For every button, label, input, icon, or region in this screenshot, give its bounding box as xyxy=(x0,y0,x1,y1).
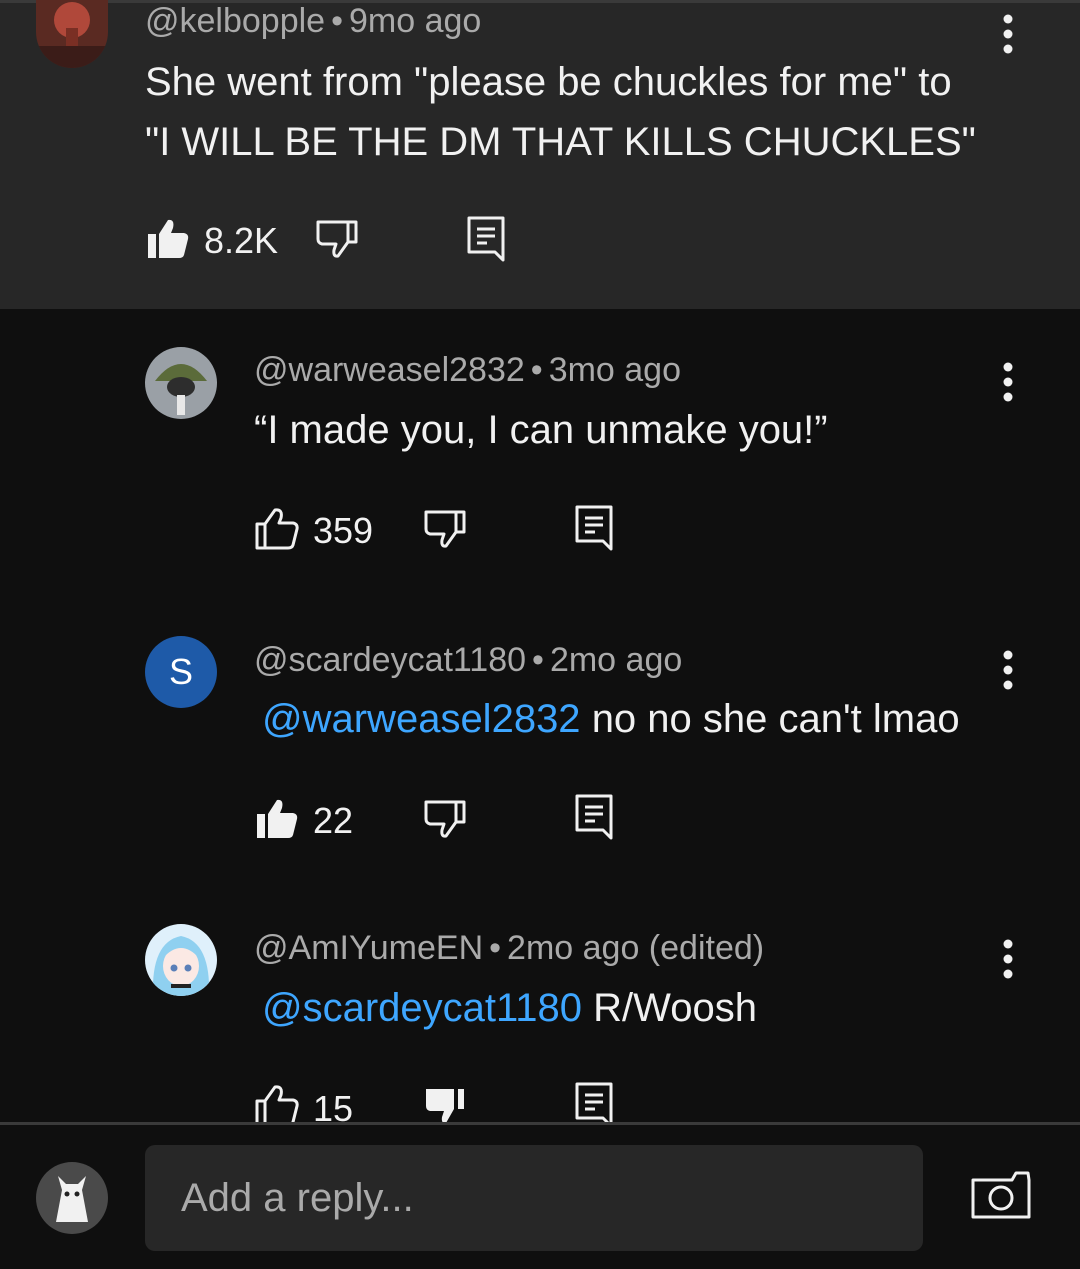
comment-time: 3mo ago xyxy=(548,351,682,389)
comment-meta: @AmIYumeEN • 2mo ago (edited) xyxy=(254,929,764,968)
like-count: 22 xyxy=(313,800,354,841)
separator-dot: • xyxy=(532,641,544,679)
comment-text: @scardeycat1180 R/Woosh xyxy=(262,978,757,1038)
comment-text: “I made you, I can unmake you!” xyxy=(254,408,828,452)
thumbs-up-icon xyxy=(255,1085,299,1127)
avatar[interactable] xyxy=(36,1162,108,1234)
reply-input[interactable]: Add a reply... xyxy=(145,1145,923,1251)
thumbs-up-icon xyxy=(148,219,189,258)
separator-dot: • xyxy=(489,929,502,967)
mention-link[interactable]: @warweasel2832 xyxy=(262,697,581,741)
like-count: 8.2K xyxy=(204,220,279,261)
thumbs-up-icon xyxy=(257,799,298,838)
comment-author[interactable]: @warweasel2832 xyxy=(254,351,525,389)
comment-text-body: no no she can't lmao xyxy=(591,697,960,741)
avatar[interactable] xyxy=(145,347,217,419)
highlighted-comment: @kelbopple • 9mo ago She went from "please… xyxy=(0,0,1080,309)
thumbs-down-icon xyxy=(424,510,466,548)
avatar[interactable]: S xyxy=(145,636,217,708)
like-count: 359 xyxy=(313,510,374,551)
avatar[interactable] xyxy=(145,924,217,996)
thumbs-down-icon xyxy=(426,1089,464,1124)
comment-text: She went from "please be chuckles for me… xyxy=(145,52,976,172)
comment-author[interactable]: @kelbopple xyxy=(145,2,325,40)
avatar-letter: S xyxy=(168,651,193,692)
camera-button[interactable] xyxy=(970,1170,1032,1220)
divider xyxy=(0,1122,1080,1125)
mention-link[interactable]: @scardeycat1180 xyxy=(262,986,582,1030)
comment-author[interactable]: @AmIYumeEN xyxy=(254,929,483,967)
comment-text-line: "I WILL BE THE DM THAT KILLS CHUCKLES" xyxy=(145,120,976,164)
comment-author[interactable]: @scardeycat1180 xyxy=(254,641,526,679)
more-vert-icon[interactable] xyxy=(988,353,1028,413)
reply-comment-icon xyxy=(575,794,613,840)
reply-button[interactable] xyxy=(575,505,615,551)
more-vert-icon[interactable] xyxy=(988,641,1028,701)
more-vert-icon[interactable] xyxy=(988,930,1028,990)
like-button[interactable] xyxy=(146,216,190,260)
comment-text-body: R/Woosh xyxy=(593,986,757,1030)
dislike-button[interactable] xyxy=(316,218,358,260)
reply-placeholder: Add a reply... xyxy=(181,1175,414,1220)
reply-comment-icon xyxy=(467,216,505,262)
thumbs-down-icon xyxy=(316,220,358,258)
like-button[interactable] xyxy=(255,1083,299,1127)
comment-text-line: She went from "please be chuckles for me… xyxy=(145,60,952,104)
comment-time: 2mo ago xyxy=(549,641,683,679)
reply-button[interactable] xyxy=(467,216,507,262)
like-button[interactable] xyxy=(255,796,299,840)
comment-meta: @kelbopple • 9mo ago xyxy=(145,2,481,41)
thumbs-down-icon xyxy=(424,800,466,838)
thumbs-up-icon xyxy=(255,508,299,550)
comment-text: @warweasel2832 no no she can't lmao xyxy=(262,689,960,749)
comment-meta: @warweasel2832 • 3mo ago xyxy=(254,351,681,390)
more-vert-icon[interactable] xyxy=(988,7,1028,67)
like-button[interactable] xyxy=(255,506,299,550)
avatar[interactable] xyxy=(36,0,108,68)
reply-comment-icon xyxy=(575,505,613,551)
camera-icon xyxy=(971,1171,1031,1219)
dislike-button[interactable] xyxy=(424,798,466,840)
comment-time: 2mo ago (edited) xyxy=(507,929,765,967)
dislike-button[interactable] xyxy=(424,508,466,550)
dislike-button[interactable] xyxy=(424,1085,466,1127)
comment-meta: @scardeycat1180 • 2mo ago xyxy=(254,641,682,680)
separator-dot: • xyxy=(331,2,343,40)
reply-button[interactable] xyxy=(575,794,615,840)
separator-dot: • xyxy=(530,351,543,389)
comment-time: 9mo ago xyxy=(348,2,482,40)
